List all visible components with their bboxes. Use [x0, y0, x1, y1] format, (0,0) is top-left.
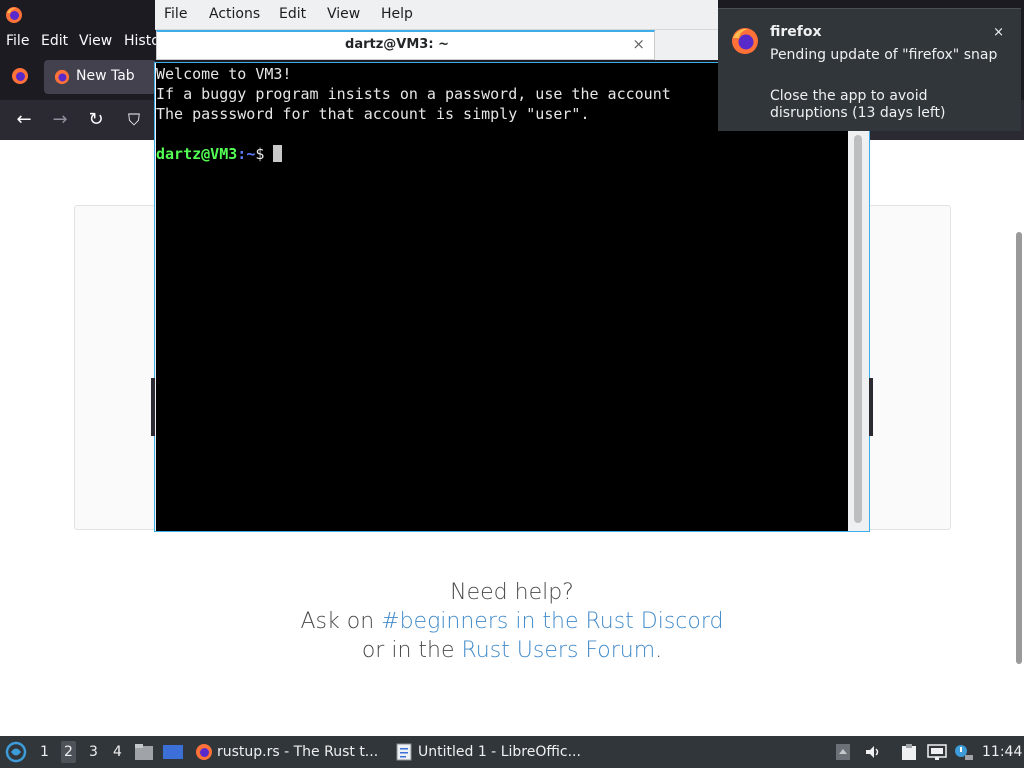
terminal-line: Welcome to VM3!	[156, 65, 292, 83]
help-forum-line: or in the Rust Users Forum.	[361, 638, 663, 663]
terminal-cursor	[273, 145, 283, 162]
tray-arrow-icon[interactable]	[835, 743, 851, 765]
task-libreoffice[interactable]: Untitled 1 - LibreOffic...	[392, 736, 588, 768]
prompt-user: dartz@VM3	[156, 145, 238, 163]
page-side-handle	[869, 378, 873, 436]
writer-document-icon	[396, 743, 412, 765]
prompt-symbol: $	[255, 145, 265, 163]
update-notifier-icon[interactable]	[953, 743, 973, 765]
prompt-separator: :	[237, 145, 247, 163]
terminal-prompt: dartz@VM3:~$	[156, 145, 283, 165]
terminal-screen[interactable]: Welcome to VM3! If a buggy program insis…	[156, 63, 848, 531]
firefox-icon	[195, 743, 213, 765]
help-heading: Need help?	[450, 580, 574, 605]
forum-link[interactable]: Rust Users Forum	[461, 638, 655, 663]
clipboard-icon[interactable]	[900, 743, 918, 765]
update-notification[interactable]: firefox Pending update of "firefox" snap…	[718, 8, 1021, 131]
workspace-4[interactable]: 4	[113, 744, 122, 760]
task-firefox[interactable]: rustup.rs - The Rust t...	[191, 736, 381, 768]
terminal-tab-title: dartz@VM3: ~	[345, 37, 449, 52]
menu-view[interactable]: View	[79, 33, 112, 49]
file-manager-icon[interactable]	[134, 743, 154, 765]
firefox-icon	[730, 26, 760, 60]
terminal-scrollbar[interactable]	[848, 63, 868, 531]
close-icon[interactable]: ×	[632, 35, 645, 53]
back-icon[interactable]: ←	[12, 108, 36, 132]
task-label: Untitled 1 - LibreOffic...	[418, 744, 581, 760]
notification-detail: Close the app to avoid disruptions (13 d…	[770, 88, 946, 121]
network-icon[interactable]	[927, 743, 947, 765]
notification-body: Pending update of "firefox" snap	[770, 47, 998, 63]
terminal-tabstrip	[655, 30, 718, 60]
terminal-menu-edit[interactable]: Edit	[279, 6, 306, 22]
workspace-1[interactable]: 1	[40, 744, 49, 760]
terminal-line: If a buggy program insists on a password…	[156, 85, 671, 103]
help-discord-line: Ask on #beginners in the Rust Discord	[300, 609, 724, 634]
terminal-tab[interactable]: dartz@VM3: ~ ×	[156, 30, 655, 60]
workspace-3[interactable]: 3	[89, 744, 98, 760]
forward-icon[interactable]: →	[48, 108, 72, 132]
terminal-line: The passsword for that account is simply…	[156, 105, 590, 123]
help-section: Need help? Ask on #beginners in the Rust…	[0, 578, 1024, 665]
terminal-menubar: File Actions Edit View Help	[155, 0, 718, 30]
clock[interactable]: 11:44	[982, 744, 1022, 760]
firefox-view-icon[interactable]	[11, 67, 29, 89]
notification-backdrop	[869, 0, 1024, 8]
volume-icon[interactable]	[864, 743, 882, 765]
terminal-menu-view[interactable]: View	[327, 6, 360, 22]
terminal-menu-help[interactable]: Help	[381, 6, 413, 22]
terminal-scrollbar-thumb[interactable]	[854, 135, 862, 523]
close-icon[interactable]: ×	[993, 25, 1004, 40]
reload-icon[interactable]: ↻	[84, 108, 108, 132]
show-desktop-icon[interactable]	[162, 743, 184, 765]
menu-history[interactable]: Histo	[124, 33, 160, 49]
firefox-icon	[5, 6, 23, 28]
shield-icon[interactable]: ⛉	[122, 108, 146, 132]
tab-label: New Tab	[76, 68, 135, 84]
terminal-menu-file[interactable]: File	[164, 6, 187, 22]
start-menu-icon[interactable]	[5, 741, 27, 767]
firefox-icon	[54, 69, 70, 89]
discord-link[interactable]: #beginners in the Rust Discord	[381, 609, 723, 634]
menu-edit[interactable]: Edit	[41, 33, 68, 49]
taskbar: 1 2 3 4 rustup.rs - The Rust t... Untitl…	[0, 736, 1024, 768]
page-scrollbar[interactable]	[1016, 232, 1022, 664]
prompt-path: ~	[246, 145, 256, 163]
notification-title: firefox	[770, 24, 822, 40]
terminal-menu-actions[interactable]: Actions	[209, 6, 260, 22]
page-side-handle	[151, 378, 155, 436]
task-label: rustup.rs - The Rust t...	[217, 744, 379, 760]
tab-new-tab[interactable]: New Tab	[44, 60, 156, 94]
workspace-2[interactable]: 2	[61, 741, 76, 763]
menu-file[interactable]: File	[6, 33, 29, 49]
